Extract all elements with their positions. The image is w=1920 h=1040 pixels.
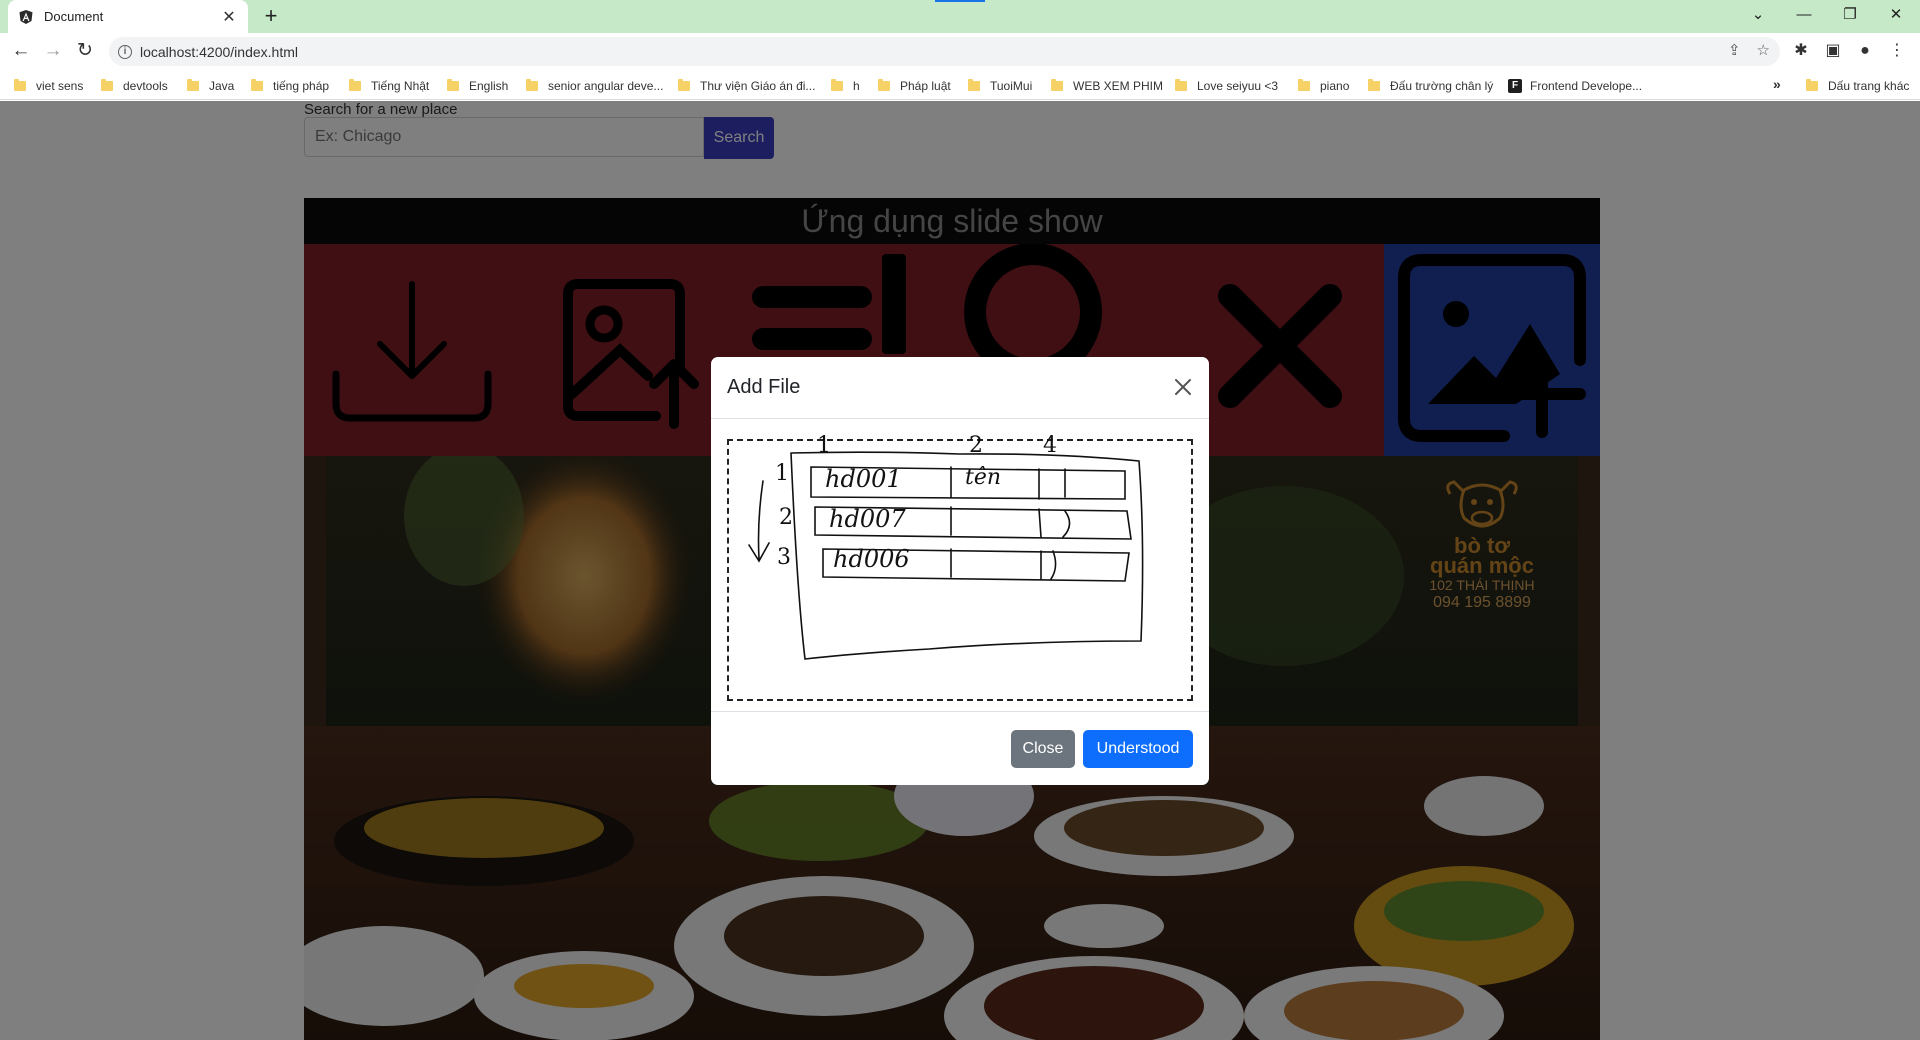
new-tab-icon[interactable]: + <box>258 4 284 30</box>
bookmark-label: Tiếng Nhật <box>371 78 430 93</box>
folder-icon <box>1175 78 1187 91</box>
understood-button[interactable]: Understood <box>1083 730 1193 768</box>
file-drop-zone[interactable]: 1 2 4 1 2 3 hd001 tên hd007 hd006 <box>727 433 1193 701</box>
menu-kebab-icon[interactable]: ⋮ <box>1884 38 1910 64</box>
bookmark-label: TuoiMui <box>990 78 1033 93</box>
bookmark-label: WEB XEM PHIM <box>1073 78 1164 93</box>
bookmark-label: h <box>853 78 860 93</box>
sketch-column-number: 1 <box>817 433 831 458</box>
tab-strip-indicator <box>935 0 985 2</box>
address-bar[interactable]: i localhost:4200/index.html ⇪ ☆ <box>109 37 1780 66</box>
bookmark-item[interactable]: F Frontend Develope... <box>1508 77 1642 94</box>
bookmark-item[interactable]: Đấu trường chân lý <box>1368 77 1493 94</box>
tab-search-chevron-icon[interactable]: ⌄ <box>1735 0 1781 30</box>
folder-icon <box>14 78 26 91</box>
bookmark-item[interactable]: TuoiMui <box>968 77 1032 94</box>
extensions-puzzle-icon[interactable]: ✱ <box>1788 38 1814 64</box>
bookmarks-bar: viet sens devtools Java tiếng pháp Tiếng… <box>0 70 1920 100</box>
browser-tab-bar: Document ✕ + ⌄ — ❐ ✕ <box>0 0 1920 33</box>
bookmark-label: Thư viện Giáo án đi... <box>700 78 816 93</box>
bookmark-label: tiếng pháp <box>273 78 330 93</box>
browser-tab[interactable]: Document ✕ <box>8 0 248 33</box>
close-button[interactable]: Close <box>1011 730 1075 768</box>
bookmark-item[interactable]: WEB XEM PHIM <box>1051 77 1163 94</box>
bookmark-star-icon[interactable]: ☆ <box>1757 41 1770 59</box>
bookmark-item[interactable]: English <box>447 77 508 94</box>
bookmark-label: Dấu trang khác <box>1828 78 1910 93</box>
url-text: localhost:4200/index.html <box>140 43 298 60</box>
profile-avatar-icon[interactable]: ● <box>1852 38 1878 64</box>
folder-icon <box>968 78 980 91</box>
minimize-icon[interactable]: — <box>1781 0 1827 30</box>
bookmark-label: Frontend Develope... <box>1530 78 1643 93</box>
modal-header: Add File <box>711 357 1209 419</box>
folder-icon <box>878 78 890 91</box>
folder-icon <box>678 78 690 91</box>
site-info-icon[interactable]: i <box>118 44 132 59</box>
bookmark-item[interactable]: tiếng pháp <box>251 77 329 94</box>
bookmark-item[interactable]: Pháp luật <box>878 77 951 94</box>
bookmark-item[interactable]: Thư viện Giáo án đi... <box>678 77 815 94</box>
bookmark-label: viet sens <box>36 78 84 93</box>
side-panel-icon[interactable]: ▣ <box>1820 38 1846 64</box>
bookmark-item[interactable]: devtools <box>101 77 168 94</box>
sketch-cell-code: hd001 <box>825 465 902 493</box>
restore-icon[interactable]: ❐ <box>1827 0 1873 30</box>
sketch-cell-name: tên <box>965 465 1002 490</box>
browser-toolbar: ← → ↻ i localhost:4200/index.html ⇪ ☆ ✱ … <box>0 33 1920 70</box>
folder-icon <box>187 78 199 91</box>
sketch-cell-code: hd006 <box>833 545 910 573</box>
other-bookmarks[interactable]: Dấu trang khác <box>1806 77 1909 94</box>
folder-icon <box>251 78 263 91</box>
sketch-preview-image <box>748 451 1144 660</box>
close-icon[interactable] <box>1171 375 1195 399</box>
folder-icon <box>1298 78 1310 91</box>
folder-icon <box>1806 78 1818 91</box>
sketch-row-number: 1 <box>775 461 789 486</box>
bookmark-item[interactable]: viet sens <box>14 77 83 94</box>
modal-footer: Close Understood <box>711 711 1209 785</box>
sketch-column-number: 2 <box>969 433 983 458</box>
sketch-row-number: 2 <box>779 505 793 530</box>
folder-icon <box>1051 78 1063 91</box>
frontend-favicon: F <box>1508 78 1522 93</box>
folder-icon <box>831 78 843 91</box>
bookmark-label: piano <box>1320 78 1350 93</box>
folder-icon <box>349 78 361 91</box>
bookmark-item[interactable]: h <box>831 77 860 94</box>
sketch-column-number: 4 <box>1043 433 1057 458</box>
bookmark-item[interactable]: Tiếng Nhật <box>349 77 429 94</box>
bookmark-label: devtools <box>123 78 168 93</box>
modal-title: Add File <box>727 376 801 398</box>
bookmark-label: English <box>469 78 509 93</box>
bookmark-label: senior angular deve... <box>548 78 664 93</box>
modal-body: 1 2 4 1 2 3 hd001 tên hd007 hd006 <box>711 419 1209 711</box>
back-arrow-icon[interactable]: ← <box>8 38 34 64</box>
bookmark-label: Pháp luật <box>900 78 951 93</box>
sketch-cell-code: hd007 <box>829 505 906 533</box>
bookmark-label: Java <box>209 78 235 93</box>
folder-icon <box>101 78 113 91</box>
folder-icon <box>526 78 538 91</box>
folder-icon <box>1368 78 1380 91</box>
folder-icon <box>447 78 459 91</box>
angular-icon <box>19 9 33 24</box>
window-close-icon[interactable]: ✕ <box>1873 0 1919 30</box>
bookmark-label: Love seiyuu <3 <box>1197 78 1279 93</box>
bookmarks-overflow-icon[interactable]: » <box>1773 76 1781 92</box>
tab-close-icon[interactable]: ✕ <box>220 7 238 27</box>
bookmark-item[interactable]: piano <box>1298 77 1349 94</box>
forward-arrow-icon[interactable]: → <box>40 38 66 64</box>
sketch-row-number: 3 <box>777 545 791 570</box>
bookmark-item[interactable]: Java <box>187 77 234 94</box>
add-file-modal: Add File 1 2 4 1 2 3 hd001 tên hd007 hd0… <box>711 357 1209 785</box>
bookmark-item[interactable]: senior angular deve... <box>526 77 663 94</box>
share-icon[interactable]: ⇪ <box>1728 41 1741 59</box>
tab-title: Document <box>44 9 104 24</box>
bookmark-label: Đấu trường chân lý <box>1390 78 1494 93</box>
bookmark-item[interactable]: Love seiyuu <3 <box>1175 77 1278 94</box>
reload-icon[interactable]: ↻ <box>72 38 98 64</box>
